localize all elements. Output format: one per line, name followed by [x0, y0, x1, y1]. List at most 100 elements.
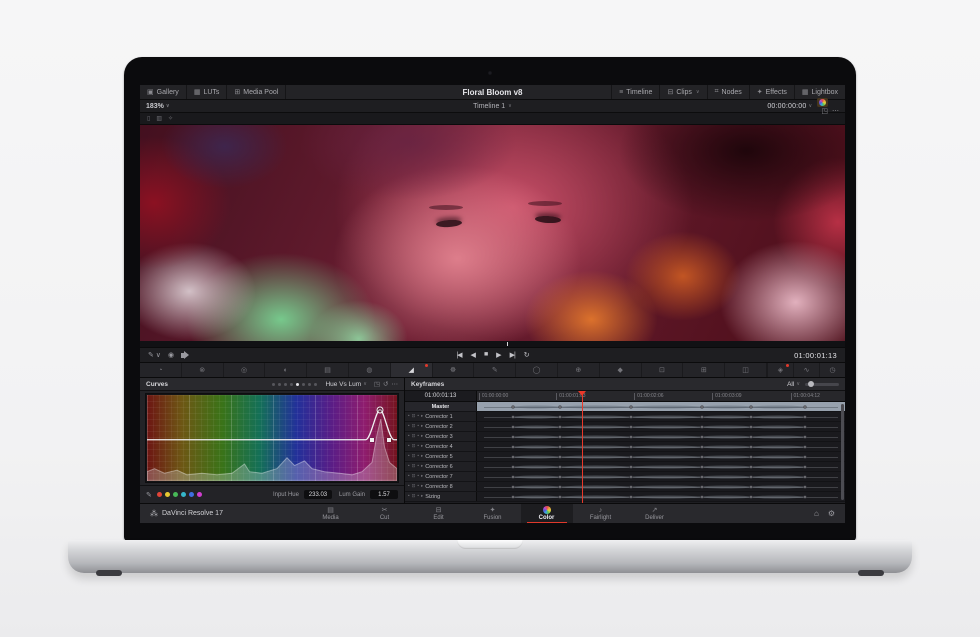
- track-lane[interactable]: [477, 482, 845, 491]
- curve-control-point[interactable]: [370, 438, 374, 442]
- keyframe-toggle-icon[interactable]: •: [408, 454, 410, 459]
- lum-gain-value[interactable]: 1.57: [370, 490, 398, 499]
- keyframe-track-corrector-5[interactable]: •⊡•▸Corrector 5: [405, 452, 845, 462]
- track-lane[interactable]: [477, 402, 845, 411]
- info-icon[interactable]: ◷: [819, 363, 845, 377]
- track-lane[interactable]: [477, 432, 845, 441]
- keyframe-dot[interactable]: [559, 485, 562, 488]
- keyframe-dot[interactable]: [629, 415, 632, 418]
- keyframes-panel-icon[interactable]: ◈: [767, 363, 793, 377]
- expand-chevron-icon[interactable]: ▸: [421, 494, 423, 499]
- source-timecode[interactable]: 00:00:00:00 ∨: [767, 103, 812, 110]
- keyframe-dot[interactable]: [559, 405, 562, 408]
- enable-icon[interactable]: •: [417, 464, 419, 469]
- keyframe-track-corrector-6[interactable]: •⊡•▸Corrector 6: [405, 462, 845, 472]
- hue-swatch[interactable]: [189, 492, 194, 497]
- keyframe-dot[interactable]: [559, 425, 562, 428]
- loop-button[interactable]: ↻: [524, 351, 529, 359]
- enable-icon[interactable]: •: [417, 434, 419, 439]
- enhanced-viewer-icon[interactable]: ✧: [168, 115, 173, 122]
- keyframe-track-sizing[interactable]: •⊡•▸Sizing: [405, 492, 845, 502]
- clean-feed-icon[interactable]: ▯: [147, 115, 150, 122]
- track-label[interactable]: •⊡•▸Corrector 4: [405, 442, 477, 451]
- hue-vs-lum-graph[interactable]: [145, 393, 399, 483]
- keyframe-dot[interactable]: [700, 455, 703, 458]
- curves-page-dot[interactable]: [302, 383, 305, 386]
- keyframe-track-corrector-3[interactable]: •⊡•▸Corrector 3: [405, 432, 845, 442]
- lock-icon[interactable]: ⊡: [412, 464, 416, 469]
- hue-swatch[interactable]: [165, 492, 170, 497]
- curves-expand-icon[interactable]: ◳: [374, 381, 380, 388]
- keyframe-dot[interactable]: [750, 475, 753, 478]
- hue-swatch[interactable]: [157, 492, 162, 497]
- audio-mute-icon[interactable]: [181, 353, 185, 358]
- curves-icon[interactable]: ◢: [391, 363, 433, 377]
- page-tab-media[interactable]: ▤Media: [305, 504, 357, 524]
- track-lane[interactable]: [477, 492, 845, 501]
- key-icon[interactable]: ⊡: [642, 363, 684, 377]
- play-button[interactable]: ▶: [496, 351, 500, 359]
- keyframe-dot[interactable]: [803, 445, 806, 448]
- track-lane[interactable]: [477, 462, 845, 471]
- keyframe-dot[interactable]: [750, 405, 753, 408]
- keyframe-dot[interactable]: [629, 455, 632, 458]
- lock-icon[interactable]: ⊡: [412, 414, 416, 419]
- keyframe-dot[interactable]: [700, 445, 703, 448]
- home-icon[interactable]: ⌂: [814, 509, 819, 518]
- step-back-button[interactable]: ◀: [471, 351, 475, 359]
- keyframe-dot[interactable]: [750, 485, 753, 488]
- keyframe-dot[interactable]: [700, 435, 703, 438]
- keyframe-dot[interactable]: [512, 415, 515, 418]
- motion-effects-icon[interactable]: ◍: [349, 363, 391, 377]
- keyframe-dot[interactable]: [512, 485, 515, 488]
- enable-icon[interactable]: •: [417, 484, 419, 489]
- page-tab-cut[interactable]: ✂Cut: [359, 504, 411, 524]
- keyframe-dot[interactable]: [803, 425, 806, 428]
- track-lane[interactable]: [477, 442, 845, 451]
- keyframes-scrollbar[interactable]: [841, 404, 844, 500]
- curves-reset-icon[interactable]: ↺: [383, 381, 388, 388]
- track-label[interactable]: •⊡•▸Corrector 2: [405, 422, 477, 431]
- curves-mode-select[interactable]: Hue Vs Lum ∨: [325, 381, 366, 388]
- track-label[interactable]: •⊡•▸Corrector 5: [405, 452, 477, 461]
- enable-icon[interactable]: •: [417, 494, 419, 499]
- hue-swatch[interactable]: [197, 492, 202, 497]
- track-label[interactable]: •⊡•▸Sizing: [405, 492, 477, 501]
- curve-control-point[interactable]: [377, 406, 384, 413]
- playhead[interactable]: [582, 391, 583, 503]
- keyframe-dot[interactable]: [629, 465, 632, 468]
- track-lane[interactable]: [477, 422, 845, 431]
- expand-chevron-icon[interactable]: ▸: [421, 444, 423, 449]
- curves-page-dot[interactable]: [278, 383, 281, 386]
- curves-options-icon[interactable]: ⋯: [392, 381, 399, 388]
- keyframe-track-master[interactable]: Master: [405, 402, 845, 412]
- keyframe-dot[interactable]: [750, 425, 753, 428]
- expand-chevron-icon[interactable]: ▸: [421, 434, 423, 439]
- expand-chevron-icon[interactable]: ▸: [421, 474, 423, 479]
- enable-icon[interactable]: •: [417, 414, 419, 419]
- keyframe-dot[interactable]: [700, 485, 703, 488]
- keyframe-dot[interactable]: [512, 405, 515, 408]
- settings-icon[interactable]: ⚙: [828, 509, 835, 518]
- keyframe-dot[interactable]: [803, 465, 806, 468]
- curves-page-dot[interactable]: [296, 383, 299, 386]
- keyframe-dot[interactable]: [700, 465, 703, 468]
- lock-icon[interactable]: ⊡: [412, 424, 416, 429]
- page-tab-fairlight[interactable]: ♪Fairlight: [575, 504, 627, 524]
- header-button-media-pool[interactable]: ⊞Media Pool: [227, 85, 286, 99]
- keyframe-dot[interactable]: [512, 445, 515, 448]
- track-label[interactable]: Master: [405, 402, 477, 411]
- curve-control-point[interactable]: [387, 438, 391, 442]
- keyframe-dot[interactable]: [559, 475, 562, 478]
- keyframe-dot[interactable]: [512, 465, 515, 468]
- page-tab-fusion[interactable]: ✦Fusion: [467, 504, 519, 524]
- keyframe-dot[interactable]: [803, 405, 806, 408]
- power-window-icon[interactable]: ◯: [516, 363, 558, 377]
- keyframe-dot[interactable]: [629, 475, 632, 478]
- keyframe-track-corrector-4[interactable]: •⊡•▸Corrector 4: [405, 442, 845, 452]
- expand-chevron-icon[interactable]: ▸: [421, 464, 423, 469]
- header-button-timeline[interactable]: ≡Timeline: [611, 85, 659, 99]
- keyframe-dot[interactable]: [803, 435, 806, 438]
- keyframe-toggle-icon[interactable]: •: [408, 484, 410, 489]
- track-lane[interactable]: [477, 412, 845, 421]
